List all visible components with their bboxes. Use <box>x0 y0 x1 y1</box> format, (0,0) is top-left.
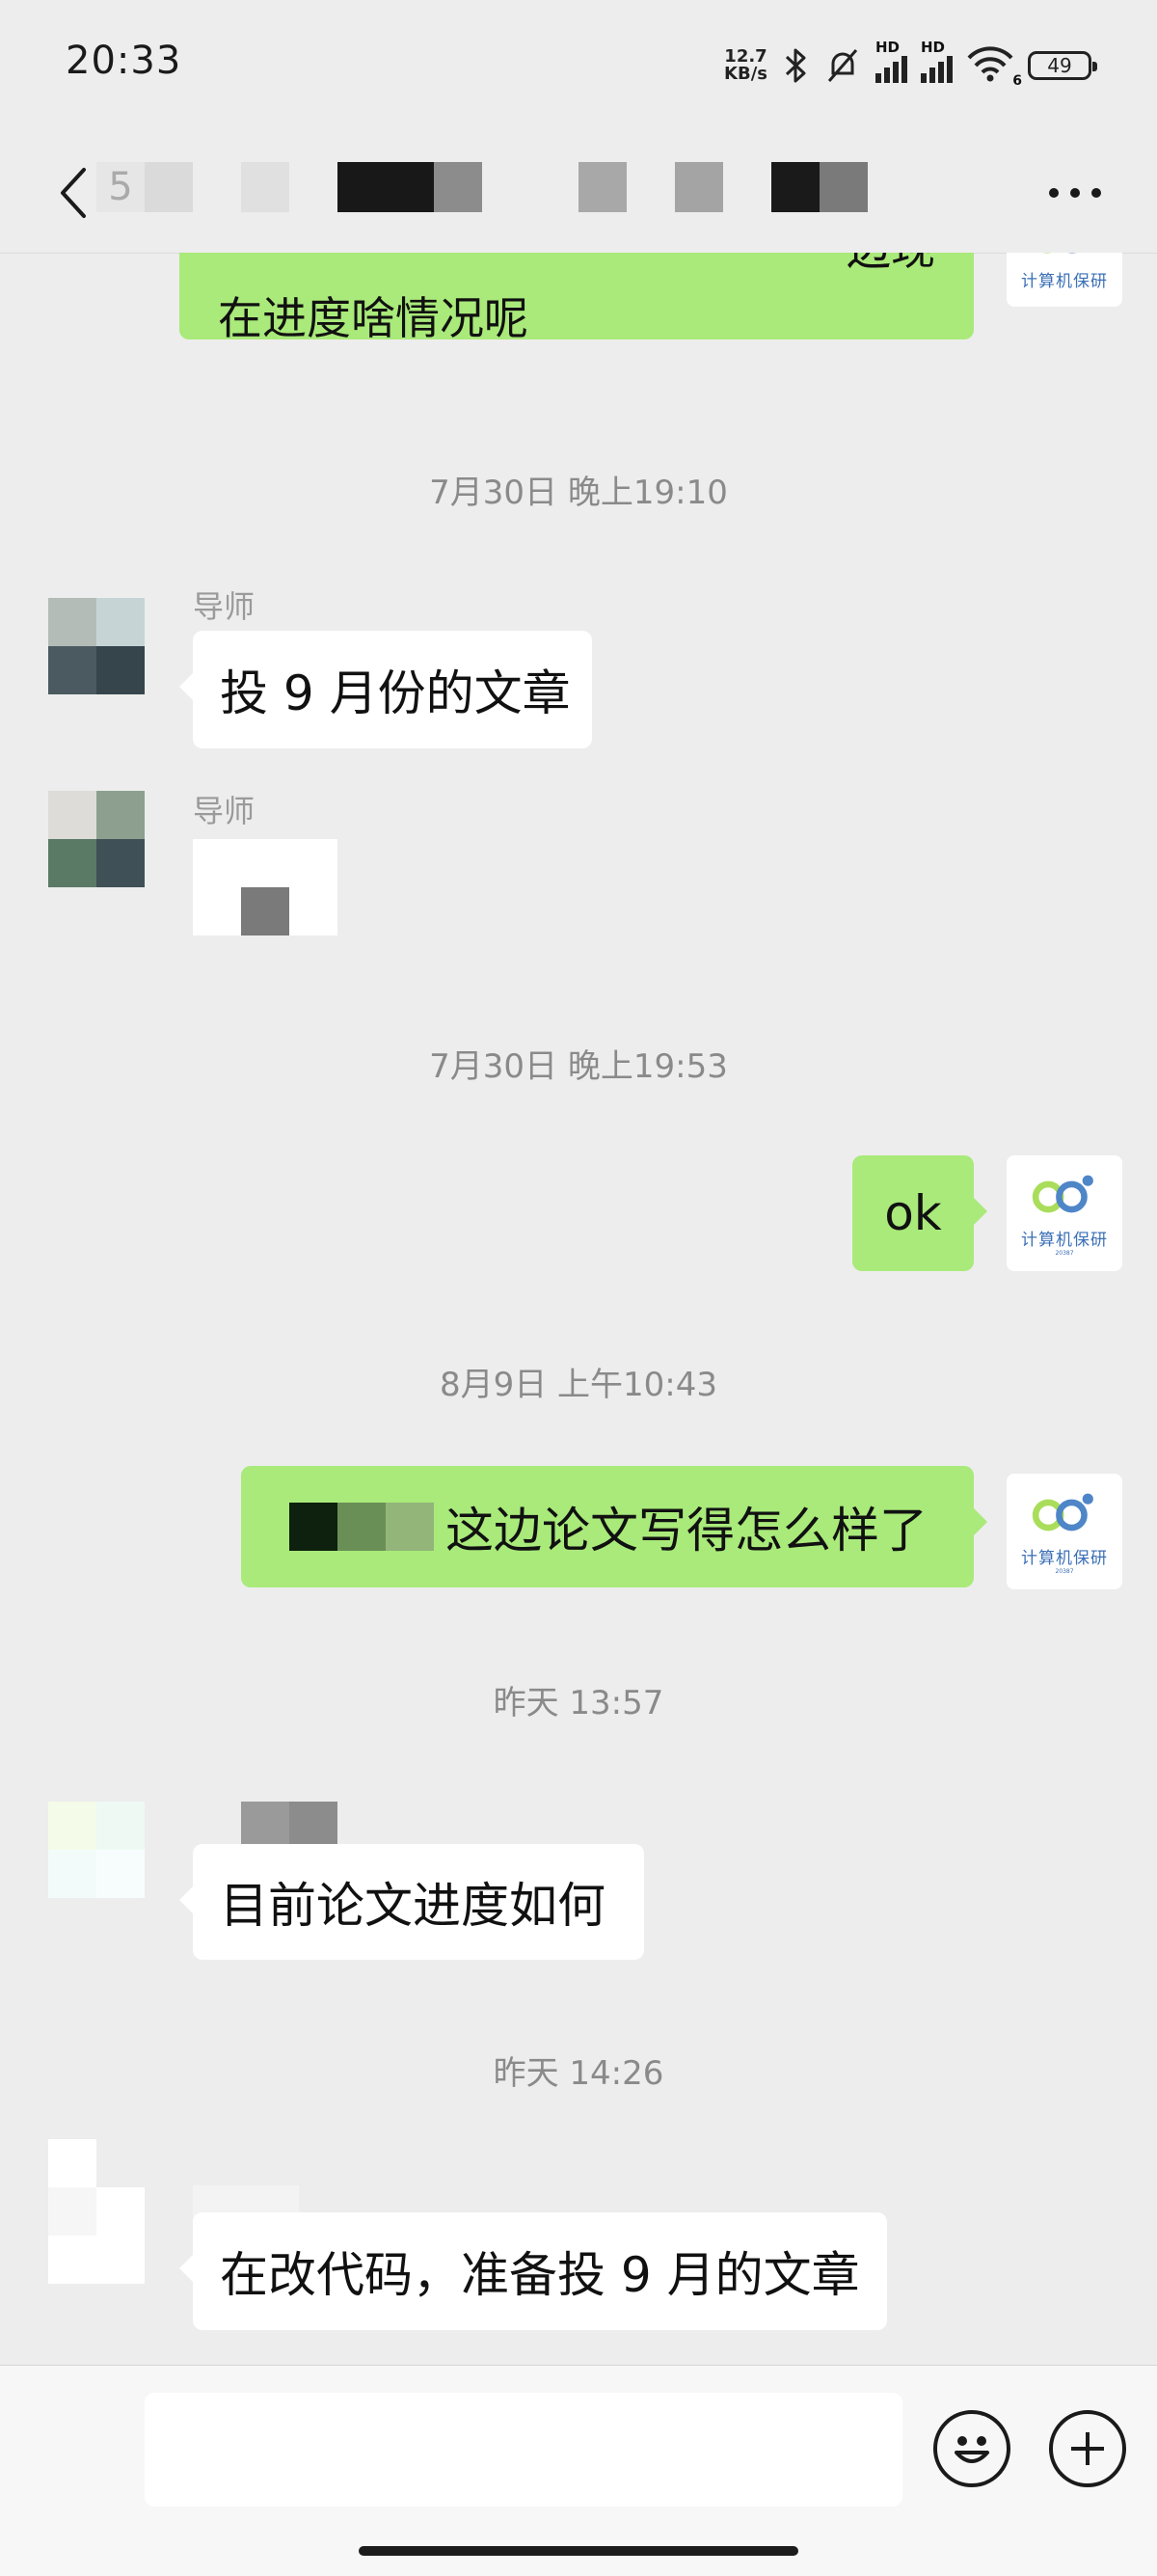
status-icons: 12.7 KB/s HD HD 6 49 <box>724 39 1097 89</box>
sender-avatar[interactable] <box>48 1802 145 1898</box>
signal-1: HD <box>875 39 907 83</box>
message-bubble-outgoing[interactable]: 这边论文写得怎么样了 <box>241 1466 987 1587</box>
chat-header: 5 <box>0 135 1157 254</box>
message-bubble-incoming[interactable]: 在改代码，准备投 9 月的文章 <box>179 2212 887 2330</box>
message-0-clip: 边现 在进度啥情况呢 <box>179 253 974 378</box>
wifi-icon: 6 <box>966 44 1022 89</box>
message-partial-text: 边现 <box>847 253 935 278</box>
sender-avatar[interactable] <box>48 598 145 694</box>
more-dots-icon <box>1049 188 1101 198</box>
message-input[interactable] <box>145 2393 902 2507</box>
status-time: 20:33 <box>66 39 182 83</box>
mute-bell-icon <box>827 49 858 82</box>
message-image-incoming[interactable] <box>193 839 337 935</box>
home-indicator[interactable] <box>359 2546 798 2556</box>
more-button[interactable] <box>1041 168 1109 218</box>
signal-2: HD <box>921 39 953 83</box>
message-bubble-incoming[interactable]: 目前论文进度如何 <box>179 1844 644 1960</box>
timestamp: 7月30日 晚上19:10 <box>429 474 728 512</box>
redacted-mosaic <box>289 1503 434 1551</box>
message-bubble-outgoing[interactable]: ok <box>852 1155 987 1271</box>
bluetooth-icon <box>785 48 806 83</box>
chat-title-redacted: 5 <box>96 162 868 212</box>
self-avatar[interactable]: 计算机保研 <box>1007 253 1122 307</box>
net-speed: 12.7 KB/s <box>724 46 767 84</box>
sender-name: 导师 <box>193 793 256 829</box>
timestamp: 昨天 14:26 <box>493 2054 664 2093</box>
message-bubble-outgoing[interactable]: 边现 在进度啥情况呢 <box>179 253 974 344</box>
sender-avatar[interactable] <box>48 2139 145 2284</box>
message-text: ok <box>884 1185 942 1241</box>
self-avatar-clip: 计算机保研 <box>1007 253 1122 307</box>
message-text: 在改代码，准备投 9 月的文章 <box>220 2247 860 2303</box>
battery-icon: 49 <box>1028 51 1097 80</box>
emoji-button[interactable] <box>933 2410 1010 2487</box>
sender-name: 导师 <box>193 588 256 625</box>
timestamp: 昨天 13:57 <box>493 1684 664 1722</box>
image-placeholder <box>241 887 289 935</box>
message-text: 在进度啥情况呢 <box>218 292 528 344</box>
chevron-left-icon <box>61 168 86 218</box>
timestamp: 8月9日 上午10:43 <box>439 1366 718 1404</box>
message-text: 这边论文写得怎么样了 <box>445 1503 928 1559</box>
message-bubble-incoming[interactable]: 投 9 月份的文章 <box>179 631 592 748</box>
sender-name-redacted <box>241 1802 337 1850</box>
timestamp: 7月30日 晚上19:53 <box>429 1047 728 1086</box>
back-button[interactable] <box>44 154 102 231</box>
logo-icon <box>1028 253 1101 265</box>
logo-icon <box>1032 1175 1093 1213</box>
message-text: 目前论文进度如何 <box>220 1878 605 1934</box>
plus-circle-icon <box>1071 2432 1104 2465</box>
self-avatar[interactable]: 计算机保研 20387 <box>1007 1474 1122 1589</box>
emoji-smile-icon <box>955 2436 989 2463</box>
logo-icon <box>1032 1493 1093 1532</box>
message-text: 投 9 月份的文章 <box>220 665 571 721</box>
input-bar <box>0 2365 1157 2576</box>
plus-button[interactable] <box>1049 2410 1126 2487</box>
sender-avatar[interactable] <box>48 791 145 887</box>
self-avatar[interactable]: 计算机保研 20387 <box>1007 1155 1122 1271</box>
